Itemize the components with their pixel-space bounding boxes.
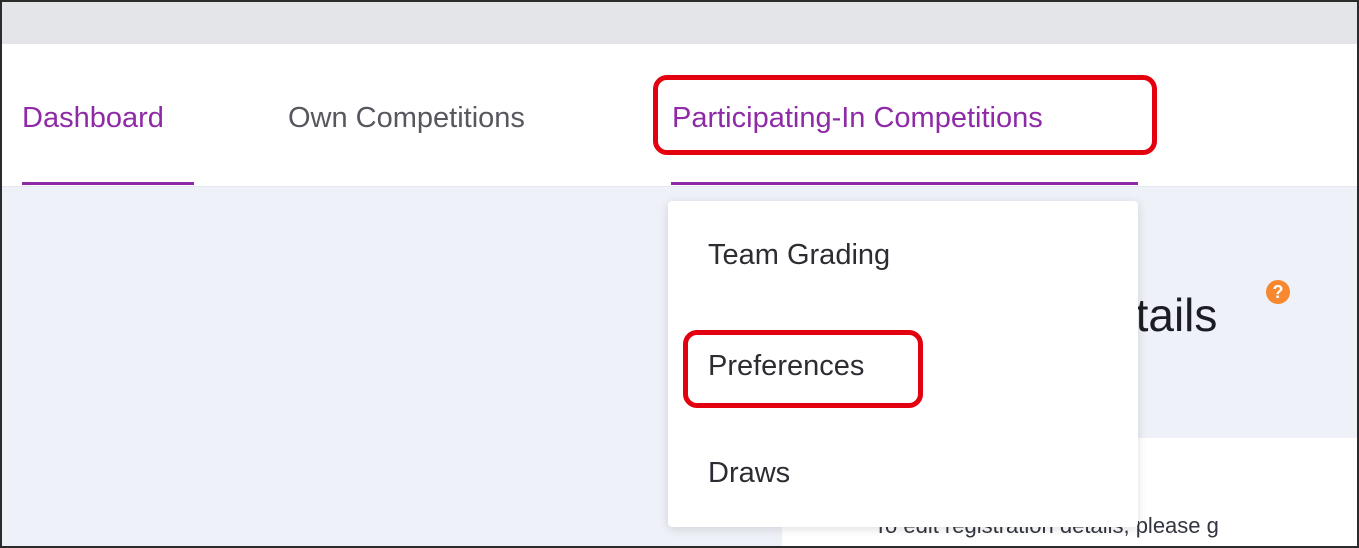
nav-participating-underline: [671, 182, 1138, 185]
annotation-highlight-preferences: [683, 330, 923, 408]
help-icon[interactable]: ?: [1266, 280, 1290, 304]
nav-own-competitions[interactable]: Own Competitions: [288, 98, 525, 138]
browser-top-bar: [2, 2, 1357, 44]
nav-dashboard-underline: [22, 182, 194, 185]
nav-dashboard[interactable]: Dashboard: [22, 98, 164, 138]
screenshot-frame: Dashboard Own Competitions Participating…: [0, 0, 1359, 548]
annotation-highlight-participating: [653, 75, 1157, 155]
menu-item-draws[interactable]: Draws: [708, 453, 790, 493]
menu-item-team-grading[interactable]: Team Grading: [708, 235, 890, 275]
